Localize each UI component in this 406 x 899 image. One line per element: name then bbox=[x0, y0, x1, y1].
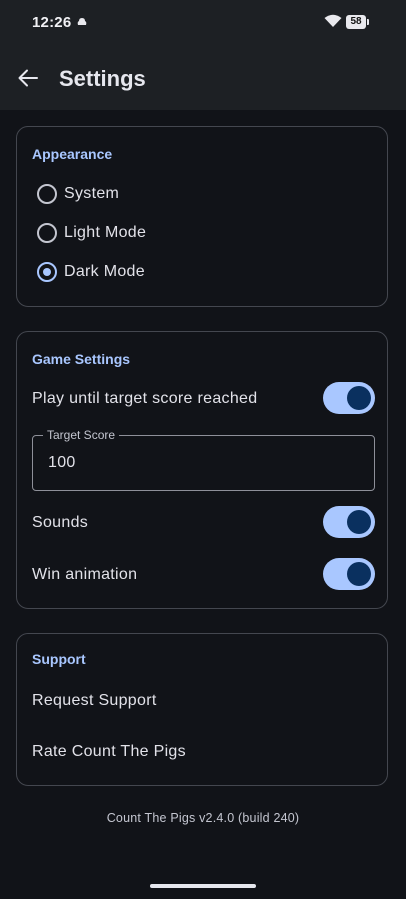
radio-button-selected[interactable] bbox=[37, 262, 57, 282]
arrow-back-icon bbox=[18, 69, 38, 87]
support-card: Support Request Support Rate Count The P… bbox=[16, 633, 388, 786]
radio-button[interactable] bbox=[37, 223, 57, 243]
notification-icon bbox=[77, 18, 87, 25]
radio-label: Light Mode bbox=[64, 224, 147, 241]
win-animation-label: Win animation bbox=[32, 566, 138, 583]
target-score-field[interactable]: Target Score 100 bbox=[32, 428, 375, 491]
sounds-toggle[interactable] bbox=[323, 506, 375, 538]
radio-label: Dark Mode bbox=[64, 263, 145, 280]
radio-label: System bbox=[64, 185, 120, 202]
sounds-label: Sounds bbox=[32, 514, 89, 531]
back-button[interactable] bbox=[12, 62, 44, 94]
radio-button[interactable] bbox=[37, 184, 57, 204]
game-settings-section-title: Game Settings bbox=[32, 351, 131, 367]
appearance-section-title: Appearance bbox=[32, 146, 113, 162]
appearance-card: Appearance System Light Mode Dark Mode bbox=[16, 126, 388, 307]
battery-tip bbox=[367, 19, 369, 25]
toggle-knob bbox=[347, 386, 371, 410]
version-text: Count The Pigs v2.4.0 (build 240) bbox=[106, 811, 300, 825]
home-indicator[interactable] bbox=[150, 884, 256, 888]
win-animation-toggle[interactable] bbox=[323, 558, 375, 590]
battery-icon: 58 bbox=[346, 15, 366, 29]
toggle-knob bbox=[347, 510, 371, 534]
toggle-knob bbox=[347, 562, 371, 586]
rate-app-link[interactable]: Rate Count The Pigs bbox=[32, 743, 186, 761]
wifi-icon bbox=[324, 14, 342, 27]
status-time: 12:26 bbox=[32, 14, 72, 31]
top-app-bar: 12:26 58 Settings bbox=[0, 0, 406, 110]
play-until-target-toggle[interactable] bbox=[323, 382, 375, 414]
target-score-label: Target Score bbox=[43, 428, 120, 442]
target-score-value: 100 bbox=[48, 454, 76, 471]
request-support-link[interactable]: Request Support bbox=[32, 692, 157, 710]
radio-option-system[interactable]: System bbox=[37, 181, 119, 207]
radio-option-light-mode[interactable]: Light Mode bbox=[37, 220, 146, 246]
page-title: Settings bbox=[59, 66, 146, 91]
radio-option-dark-mode[interactable]: Dark Mode bbox=[37, 259, 145, 285]
status-bar: 12:26 58 bbox=[0, 0, 406, 46]
game-settings-card: Game Settings Play until target score re… bbox=[16, 331, 388, 609]
play-until-target-label: Play until target score reached bbox=[32, 390, 258, 407]
support-section-title: Support bbox=[32, 651, 86, 667]
